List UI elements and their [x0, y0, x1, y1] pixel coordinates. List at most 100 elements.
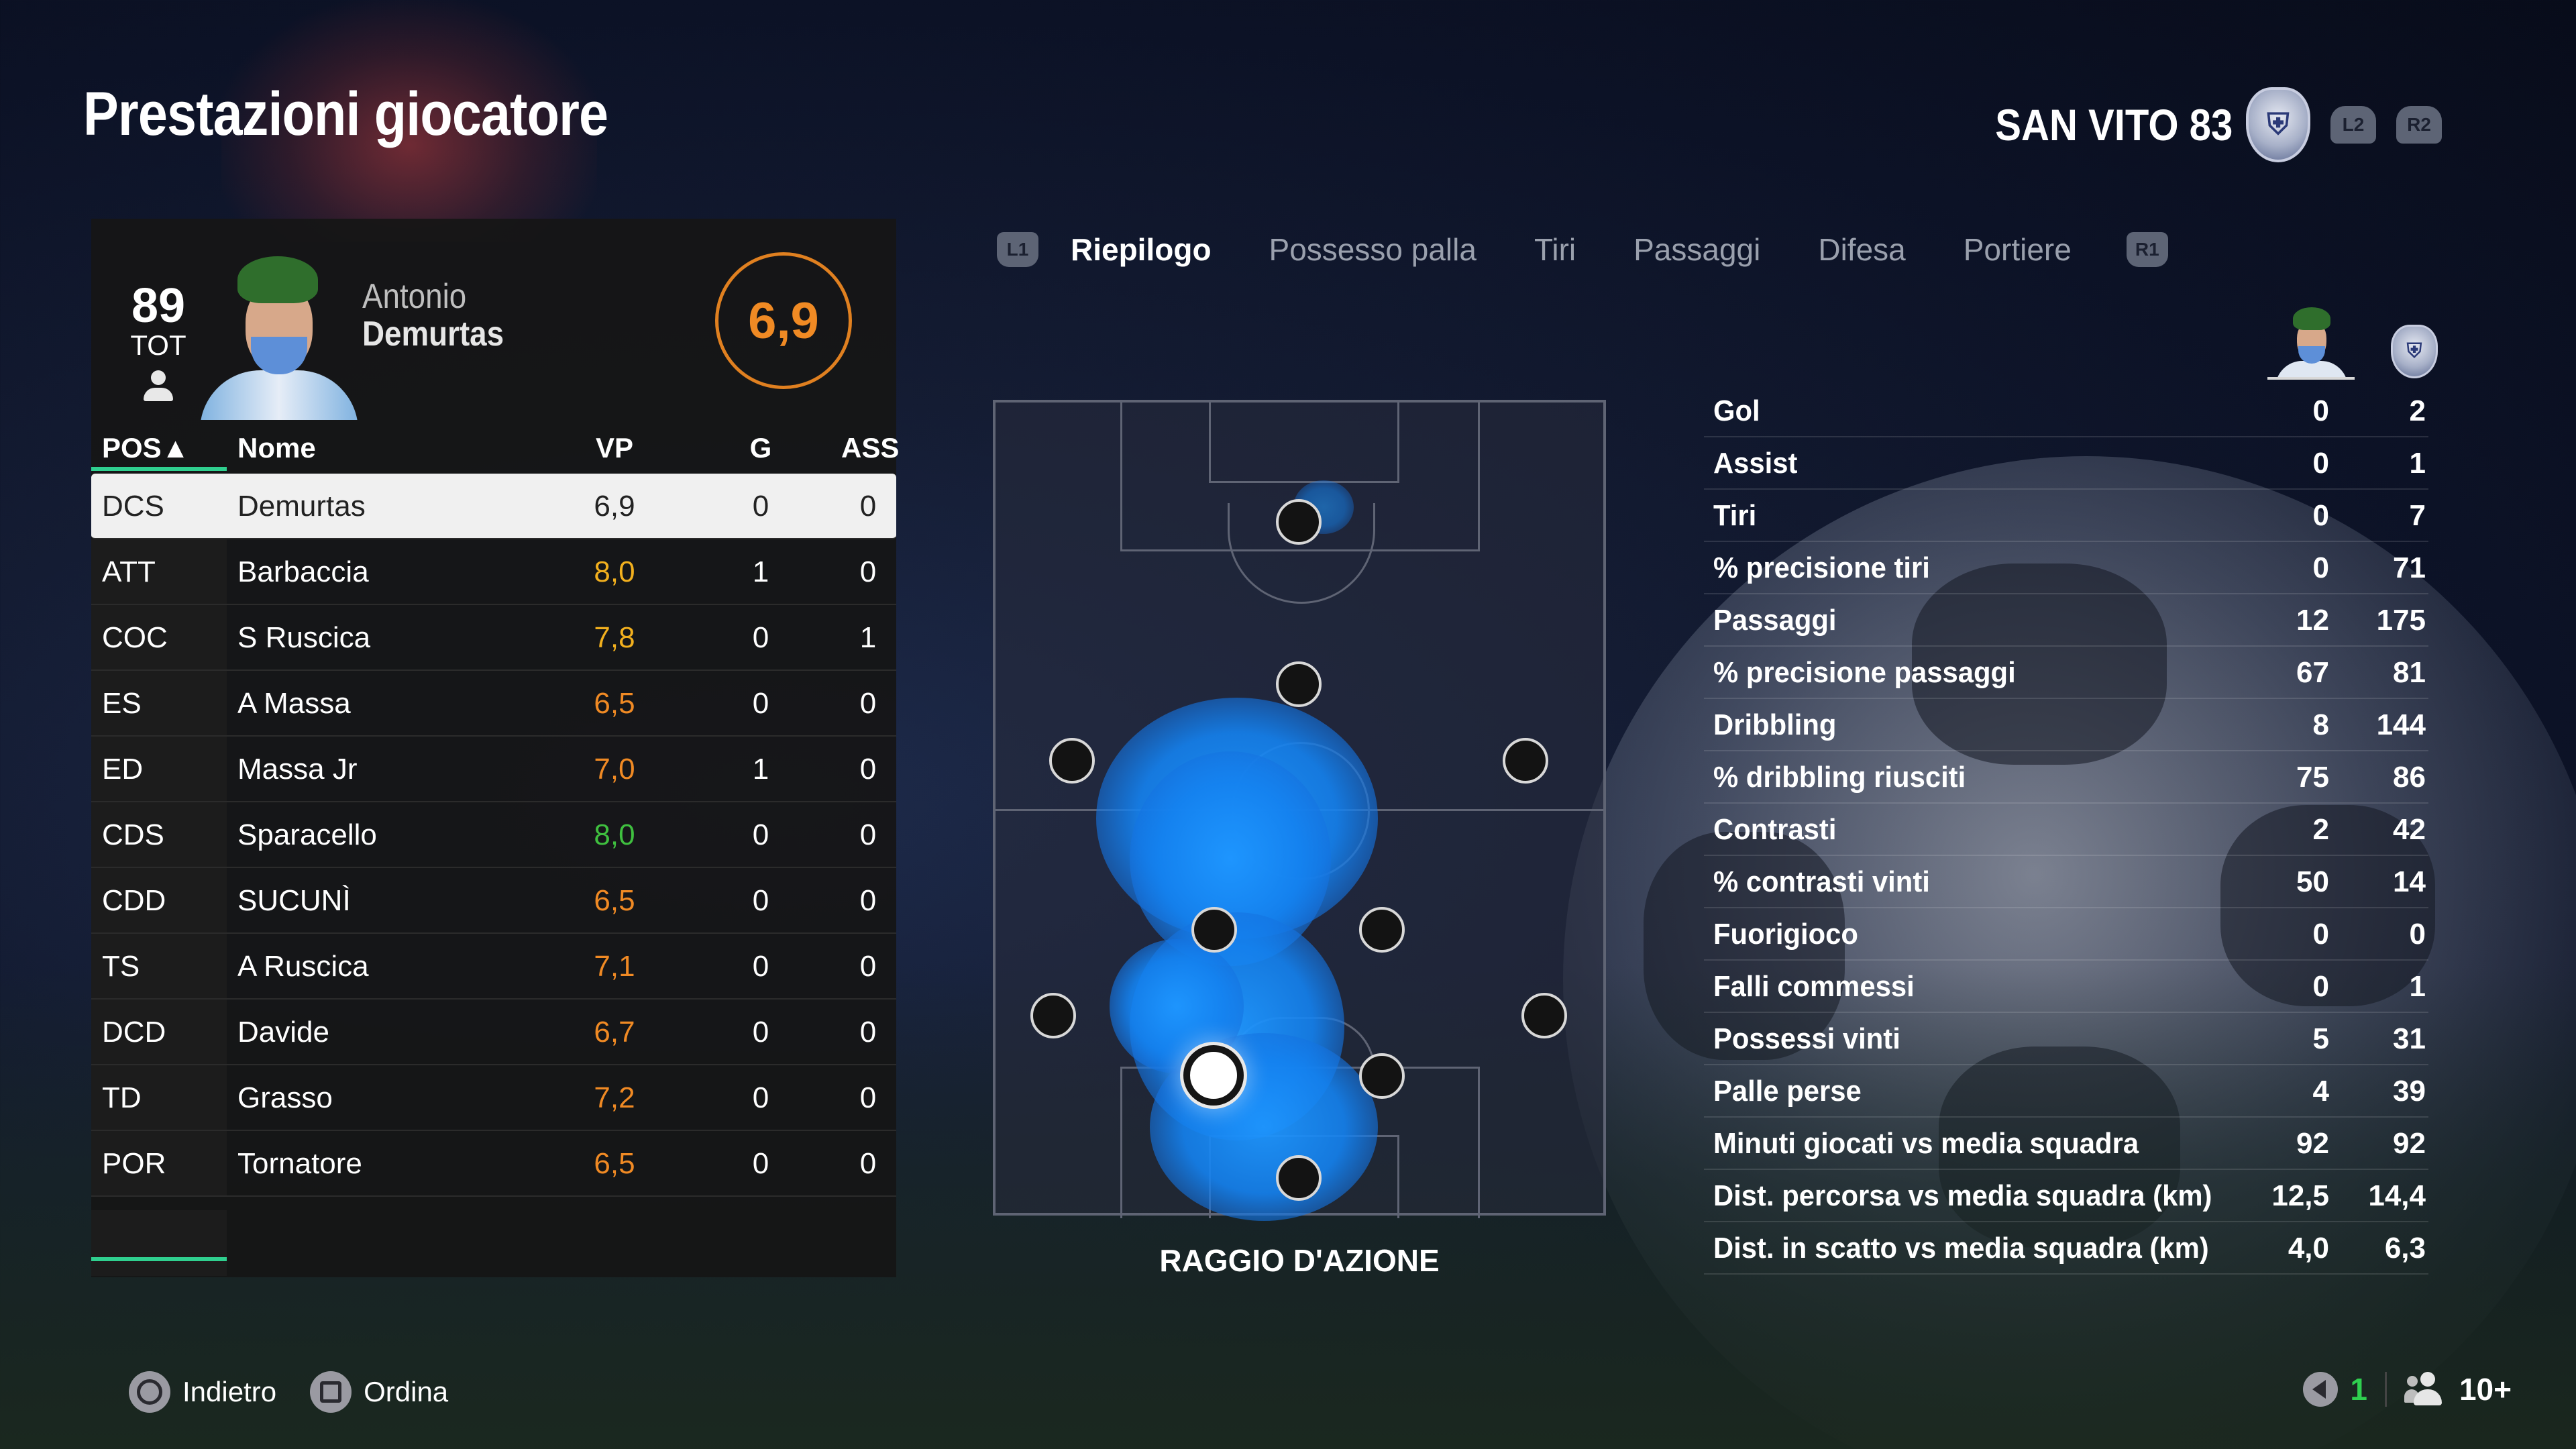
stat-team-value: 39 [2393, 1075, 2426, 1108]
player-assists: 0 [859, 1147, 877, 1180]
player-row-name: Tornatore [237, 1147, 362, 1180]
header-name[interactable]: Nome [237, 432, 316, 464]
player-row[interactable]: CDD SUCUNÌ 6,5 0 0 [91, 868, 896, 934]
player-row-name: A Massa [237, 687, 351, 720]
pitch-caption: RAGGIO D'AZIONE [1159, 1243, 1440, 1278]
player-row-name: Grasso [237, 1081, 333, 1114]
sort-indicator [91, 467, 227, 471]
stat-row: % precisione passaggi 67 81 [1704, 647, 2428, 699]
stat-label: % contrasti vinti [1713, 865, 1930, 898]
sort-label: Ordina [364, 1376, 449, 1407]
player-row[interactable]: TD Grasso 7,2 0 0 [91, 1065, 896, 1131]
player-row-name: SUCUNÌ [237, 884, 351, 917]
stat-team-value: 42 [2393, 813, 2426, 846]
voice-count: 1 [2350, 1372, 2367, 1407]
tab-passaggi[interactable]: Passaggi [1633, 231, 1760, 268]
teammate-marker [1276, 661, 1322, 707]
player-position: ATT [102, 555, 156, 588]
player-goals: 0 [752, 884, 769, 917]
stat-team-value: 14 [2393, 865, 2426, 898]
person-icon [140, 369, 177, 407]
player-row[interactable]: DCD Davide 6,7 0 0 [91, 1000, 896, 1065]
player-rating: 6,5 [594, 687, 635, 720]
player-row[interactable]: TS A Ruscica 7,1 0 0 [91, 934, 896, 1000]
player-position: COC [102, 621, 168, 654]
tab-portiere[interactable]: Portiere [1964, 231, 2072, 268]
player-assists: 0 [859, 555, 877, 588]
player-row[interactable]: ES A Massa 6,5 0 0 [91, 671, 896, 737]
stat-player-value: 0 [2312, 447, 2329, 480]
player-goals: 0 [752, 818, 769, 851]
stat-label: Assist [1713, 447, 1798, 480]
back-hint[interactable]: Indietro [129, 1371, 276, 1413]
stat-row: Possessi vinti 5 31 [1704, 1013, 2428, 1065]
stat-player-value: 0 [2312, 970, 2329, 1003]
r1-button[interactable]: R1 [2126, 232, 2168, 267]
player-rating: 6,9 [594, 490, 635, 523]
selected-player-marker [1183, 1045, 1244, 1106]
table-header: POS▲ Nome VP G ASS [91, 420, 899, 474]
header-g[interactable]: G [741, 432, 781, 464]
stat-player-value: 67 [2296, 656, 2329, 689]
stat-player-value: 0 [2312, 551, 2329, 584]
player-row[interactable]: CDS Sparacello 8,0 0 0 [91, 802, 896, 868]
stat-team-value: 31 [2393, 1022, 2426, 1055]
teammate-marker [1359, 1053, 1405, 1099]
page-title: Prestazioni giocatore [83, 80, 608, 148]
player-row[interactable]: DCS Demurtas 6,9 0 0 [91, 474, 896, 539]
player-assists: 0 [859, 1081, 877, 1114]
stat-label: Fuorigioco [1713, 918, 1858, 951]
player-row[interactable]: POR Tornatore 6,5 0 0 [91, 1131, 896, 1197]
header-pos[interactable]: POS▲ [102, 432, 189, 464]
player-assists: 0 [859, 1016, 877, 1049]
player-goals: 1 [752, 753, 769, 786]
player-row[interactable]: ED Massa Jr 7,0 1 0 [91, 737, 896, 802]
l2-button[interactable]: L2 [2330, 106, 2376, 144]
player-name: Antonio Demurtas [362, 278, 504, 353]
stat-player-value: 12,5 [2271, 1179, 2329, 1212]
stat-row: Assist 0 1 [1704, 437, 2428, 490]
stat-team-value: 175 [2376, 604, 2426, 637]
header-vp[interactable]: VP [574, 432, 655, 464]
player-row[interactable]: ATT Barbaccia 8,0 1 0 [91, 539, 896, 605]
player-mini-portrait [2267, 305, 2355, 380]
l1-button[interactable]: L1 [997, 232, 1038, 267]
stat-player-value: 8 [2312, 708, 2329, 741]
stat-player-value: 0 [2312, 918, 2329, 951]
stat-label: Gol [1713, 394, 1760, 427]
player-assists: 0 [859, 950, 877, 983]
stats-column-headers: ⛨ [2267, 305, 2442, 385]
player-row-name: Davide [237, 1016, 329, 1049]
r2-button[interactable]: R2 [2396, 106, 2442, 144]
stat-team-value: 1 [2409, 970, 2426, 1003]
sort-hint[interactable]: Ordina [310, 1371, 448, 1413]
stat-label: Falli commessi [1713, 970, 1915, 1003]
player-row[interactable]: COC S Ruscica 7,8 0 1 [91, 605, 896, 671]
tab-possesso-palla[interactable]: Possesso palla [1269, 231, 1477, 268]
stat-row: Dribbling 8 144 [1704, 699, 2428, 751]
tab-difesa[interactable]: Difesa [1818, 231, 1905, 268]
stat-row: Palle perse 4 39 [1704, 1065, 2428, 1118]
stat-team-value: 92 [2393, 1127, 2426, 1160]
stat-label: Tiri [1713, 499, 1757, 532]
players-count: 10+ [2459, 1372, 2512, 1407]
stat-label: Palle perse [1713, 1075, 1862, 1108]
player-goals: 1 [752, 555, 769, 588]
tab-tiri[interactable]: Tiri [1534, 231, 1576, 268]
stat-player-value: 12 [2296, 604, 2329, 637]
player-goals: 0 [752, 1081, 769, 1114]
player-assists: 0 [859, 490, 877, 523]
player-goals: 0 [752, 621, 769, 654]
stat-team-value: 2 [2409, 394, 2426, 427]
stat-player-value: 0 [2312, 499, 2329, 532]
player-overall: 89 TOT [118, 282, 199, 407]
player-assists: 0 [859, 818, 877, 851]
teammate-marker [1503, 738, 1548, 784]
player-rating: 6,7 [594, 1016, 635, 1049]
stat-player-value: 5 [2312, 1022, 2329, 1055]
stat-player-value: 50 [2296, 865, 2329, 898]
tab-riepilogo[interactable]: Riepilogo [1071, 231, 1212, 268]
player-list-panel: 89 TOT Antonio Demurtas 6,9 POS▲ Nome VP… [91, 219, 899, 1277]
stat-row: % precisione tiri 0 71 [1704, 542, 2428, 594]
header-ass[interactable]: ASS [841, 432, 899, 464]
